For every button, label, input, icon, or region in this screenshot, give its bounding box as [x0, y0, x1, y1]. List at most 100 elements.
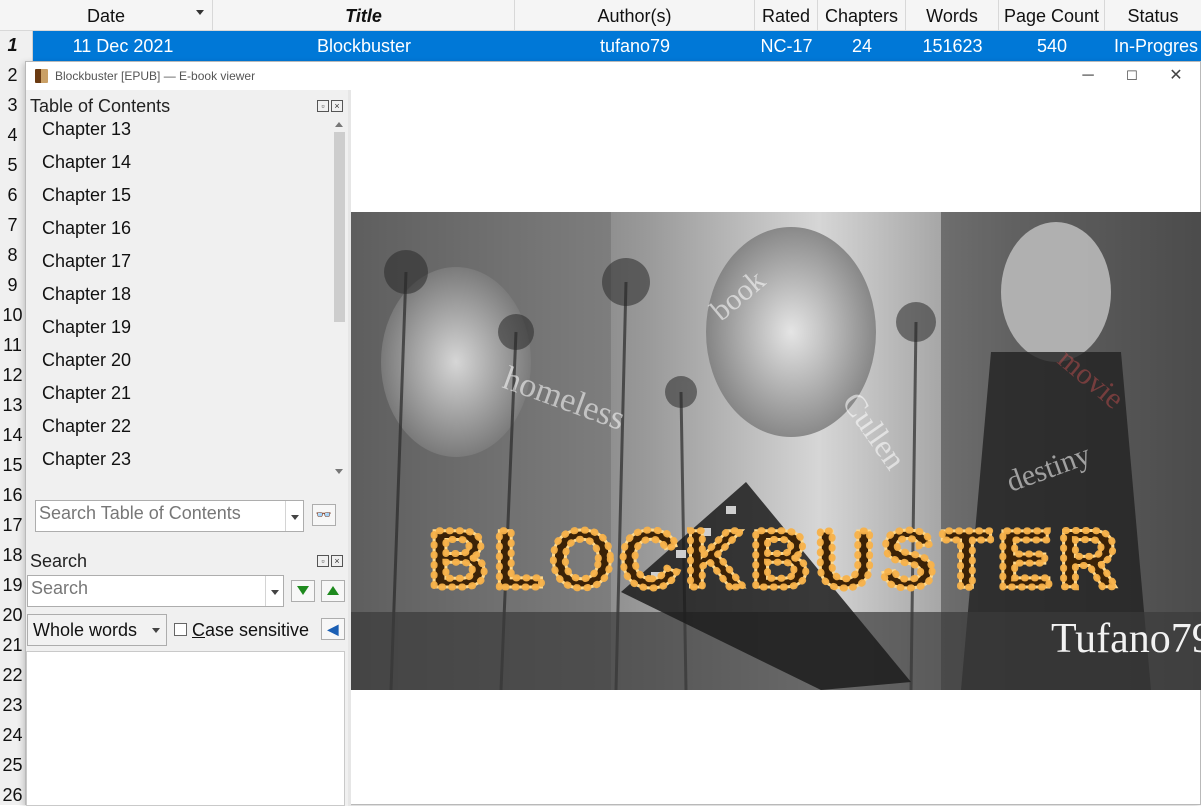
row-number[interactable]: 1	[0, 35, 25, 56]
find-next-button[interactable]	[291, 580, 315, 602]
toc-scrollbar[interactable]	[331, 117, 348, 480]
column-header-chapters[interactable]: Chapters	[818, 0, 906, 31]
column-header-words[interactable]: Words	[906, 0, 999, 31]
sort-desc-icon	[196, 10, 204, 15]
row-number[interactable]: 21	[0, 635, 25, 656]
scroll-thumb[interactable]	[334, 132, 345, 322]
float-panel-icon[interactable]: ▫	[317, 555, 329, 567]
row-number[interactable]: 10	[0, 305, 25, 326]
toc-item[interactable]: Chapter 21	[42, 383, 131, 404]
column-header-rated[interactable]: Rated	[755, 0, 818, 31]
cover-title-marquee: BLOCKBUSTER BLOCKBUSTER	[425, 511, 1121, 609]
book-cover-image: homeless book Cullen movie destiny BLOCK…	[351, 212, 1201, 690]
ebook-viewer-window: Blockbuster [EPUB] — E-book viewer ─ ☐ ✕…	[25, 61, 1201, 806]
toc-item[interactable]: Chapter 20	[42, 350, 131, 371]
search-mode-select[interactable]: Whole words	[27, 614, 167, 646]
column-header-label: Chapters	[824, 6, 899, 26]
row-number[interactable]: 23	[0, 695, 25, 716]
cell-title: Blockbuster	[316, 36, 412, 56]
column-header-label: Page Count	[1003, 6, 1100, 26]
column-header-label: Words	[926, 6, 978, 26]
binoculars-icon: 👓	[315, 507, 333, 522]
row-number[interactable]: 26	[0, 785, 25, 806]
toc-item[interactable]: Chapter 19	[42, 317, 131, 338]
row-number[interactable]: 8	[0, 245, 25, 266]
toc-find-button[interactable]: 👓	[312, 504, 336, 526]
row-number[interactable]: 18	[0, 545, 25, 566]
row-number[interactable]: 14	[0, 425, 25, 446]
search-title: Search	[30, 551, 88, 571]
row-number[interactable]: 5	[0, 155, 25, 176]
row-number[interactable]: 13	[0, 395, 25, 416]
toc-item[interactable]: Chapter 15	[42, 185, 131, 206]
arrow-down-icon	[297, 586, 309, 596]
column-header-label: Status	[1127, 6, 1179, 26]
close-panel-icon[interactable]: ×	[331, 100, 343, 112]
row-number[interactable]: 3	[0, 95, 25, 116]
row-number[interactable]: 9	[0, 275, 25, 296]
column-header-status[interactable]: Status	[1105, 0, 1201, 31]
side-panel: Table of Contents ▫ × Chapter 13 Chapter …	[26, 90, 350, 806]
table-header: Date Title Author(s) Rated Chapters Word…	[0, 0, 1201, 31]
row-number[interactable]: 6	[0, 185, 25, 206]
column-header-title[interactable]: Title	[213, 0, 515, 31]
toc-item[interactable]: Chapter 17	[42, 251, 131, 272]
find-previous-button[interactable]	[321, 580, 345, 602]
row-number[interactable]: 20	[0, 605, 25, 626]
case-sensitive-checkbox[interactable]	[174, 623, 187, 636]
window-titlebar[interactable]: Blockbuster [EPUB] — E-book viewer ─ ☐ ✕	[26, 62, 1200, 90]
scroll-up-icon[interactable]	[335, 122, 343, 127]
search-placeholder: Search	[31, 578, 89, 598]
scroll-down-icon[interactable]	[335, 469, 343, 474]
back-arrow-icon: ◀	[327, 621, 339, 637]
float-panel-icon[interactable]: ▫	[317, 100, 329, 112]
return-to-position-button[interactable]: ◀	[321, 618, 345, 640]
toc-item[interactable]: Chapter 18	[42, 284, 131, 305]
column-header-date[interactable]: Date	[0, 0, 213, 31]
cell-chapters: 24	[851, 36, 873, 56]
row-number[interactable]: 25	[0, 755, 25, 776]
row-number[interactable]: 7	[0, 215, 25, 236]
face-right	[1001, 222, 1111, 362]
minimize-button[interactable]: ─	[1066, 64, 1110, 88]
chevron-down-icon[interactable]	[285, 501, 303, 531]
cell-status: In-Progres	[1114, 36, 1199, 56]
search-results-list[interactable]	[26, 651, 345, 806]
cell-author: tufano79	[599, 36, 671, 56]
column-header-label: Author(s)	[597, 6, 672, 26]
close-button[interactable]: ✕	[1154, 64, 1198, 88]
window-title: Blockbuster [EPUB] — E-book viewer	[55, 69, 256, 83]
toc-dock-controls: ▫ ×	[317, 100, 343, 112]
search-input[interactable]: Search	[27, 575, 284, 607]
column-header-label: Date	[86, 6, 126, 26]
row-number[interactable]: 22	[0, 665, 25, 686]
row-number[interactable]: 17	[0, 515, 25, 536]
row-number[interactable]: 15	[0, 455, 25, 476]
row-number[interactable]: 16	[0, 485, 25, 506]
maximize-button[interactable]: ☐	[1110, 64, 1154, 88]
search-dock-controls: ▫ ×	[317, 555, 343, 567]
toc-item[interactable]: Chapter 22	[42, 416, 131, 437]
column-header-page-count[interactable]: Page Count	[999, 0, 1105, 31]
toc-item[interactable]: Chapter 23	[42, 449, 131, 470]
toc-search-placeholder: Search Table of Contents	[39, 503, 241, 523]
toc-search-input[interactable]: Search Table of Contents	[35, 500, 304, 532]
row-number[interactable]: 4	[0, 125, 25, 146]
chevron-down-icon[interactable]	[265, 576, 283, 606]
toc-item[interactable]: Chapter 14	[42, 152, 131, 173]
row-number[interactable]: 19	[0, 575, 25, 596]
row-number[interactable]: 11	[0, 335, 25, 356]
row-number[interactable]: 12	[0, 365, 25, 386]
column-header-label: Title	[345, 6, 382, 26]
search-mode-value: Whole words	[33, 620, 138, 640]
row-number[interactable]: 2	[0, 65, 25, 86]
case-sensitive-label[interactable]: Case sensitive	[192, 620, 309, 641]
toc-item[interactable]: Chapter 16	[42, 218, 131, 239]
toc-list: Chapter 13 Chapter 14 Chapter 15 Chapter 16…	[26, 117, 348, 480]
cell-words: 151623	[922, 36, 983, 56]
row-number[interactable]: 24	[0, 725, 25, 746]
close-panel-icon[interactable]: ×	[331, 555, 343, 567]
column-header-authors[interactable]: Author(s)	[515, 0, 755, 31]
chevron-down-icon	[152, 628, 160, 633]
toc-item[interactable]: Chapter 13	[42, 119, 131, 140]
